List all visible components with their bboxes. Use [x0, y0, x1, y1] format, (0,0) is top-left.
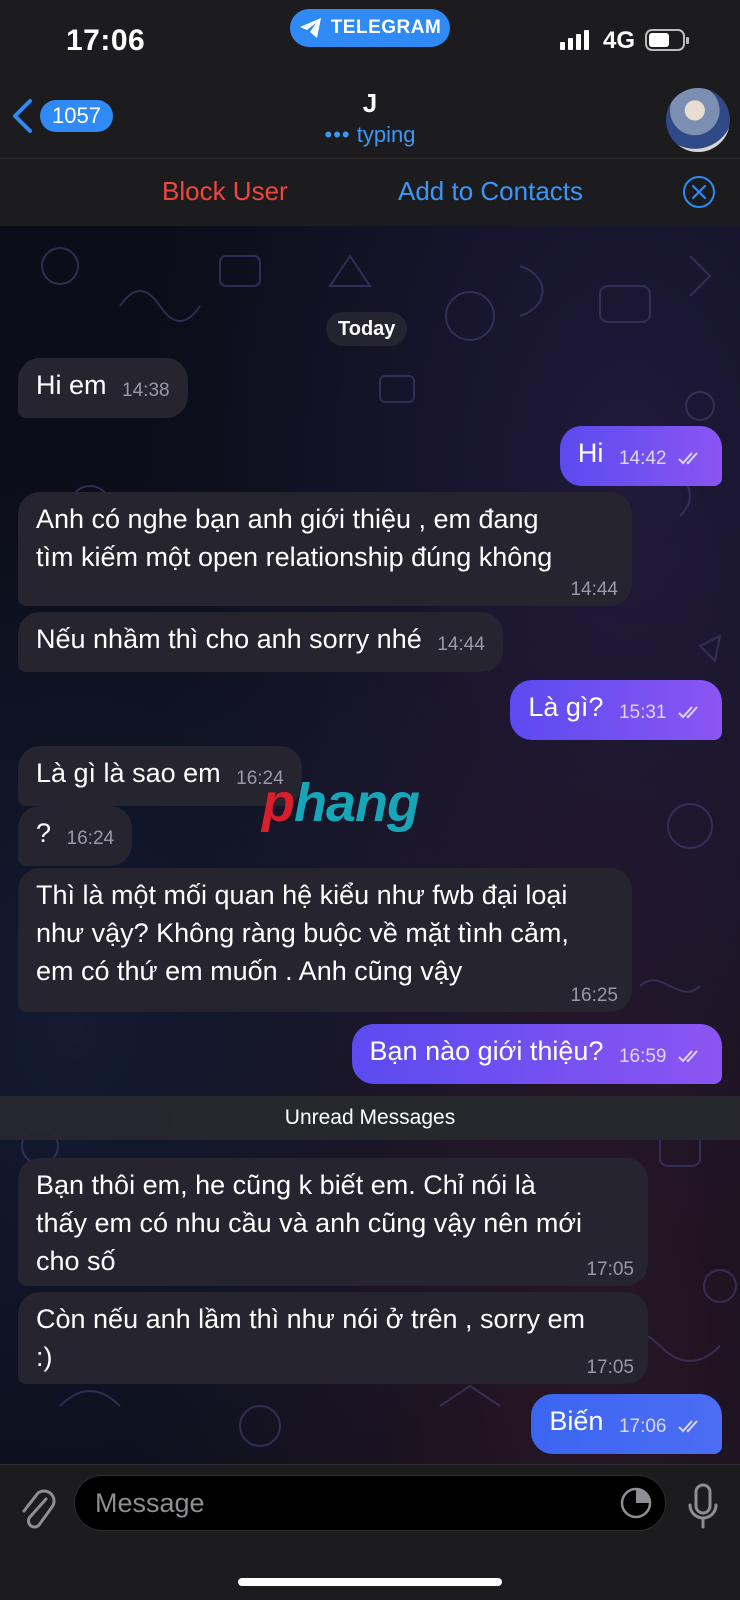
message-time: 16:25: [570, 985, 618, 1006]
message-text: Là gì là sao em: [36, 758, 221, 788]
block-user-button[interactable]: Block User: [162, 176, 288, 207]
paperclip-icon[interactable]: [18, 1485, 58, 1533]
message-text-line: cho số: [36, 1246, 116, 1276]
message-time: 16:59: [618, 1046, 667, 1067]
microphone-icon[interactable]: [686, 1483, 720, 1531]
read-checkmarks-icon: [678, 706, 698, 719]
add-to-contacts-button[interactable]: Add to Contacts: [398, 176, 583, 207]
telegram-plane-icon: [299, 18, 321, 38]
home-indicator[interactable]: [238, 1578, 502, 1586]
read-checkmarks-icon: [678, 1050, 698, 1063]
message-text-line: em có thứ em muốn . Anh cũng vậy: [36, 956, 463, 986]
message-text-line: Bạn thôi em, he cũng k biết em. Chỉ nói …: [36, 1170, 536, 1200]
message-text-line: Anh có nghe bạn anh giới thiệu , em đang: [36, 504, 539, 534]
message-text: Nếu nhầm thì cho anh sorry nhé: [36, 624, 422, 654]
cellular-signal-icon: [560, 30, 589, 50]
message-text-line: Thì là một mối quan hệ kiểu như fwb đại …: [36, 880, 568, 910]
message-incoming[interactable]: Thì là một mối quan hệ kiểu như fwb đại …: [18, 868, 632, 1012]
date-separator: Today: [326, 312, 408, 346]
message-time: 17:05: [586, 1259, 634, 1280]
message-time: 14:42: [618, 448, 667, 469]
message-time: 14:38: [122, 380, 170, 401]
watermark-logo: phang: [262, 773, 420, 833]
message-incoming[interactable]: Hi em 14:38: [18, 358, 188, 418]
close-icon[interactable]: [682, 175, 716, 209]
battery-icon: [645, 29, 689, 51]
telegram-pill[interactable]: TELEGRAM: [290, 9, 450, 47]
message-outgoing[interactable]: Bạn nào giới thiệu? 16:59: [351, 1024, 722, 1084]
typing-label: typing: [356, 122, 416, 147]
network-type: 4G: [603, 27, 636, 54]
message-text-line: tìm kiếm một open relationship đúng khôn…: [36, 542, 553, 572]
message-incoming[interactable]: Là gì là sao em 16:24: [18, 746, 302, 806]
chat-header: 1057 J ••• typing: [0, 82, 740, 158]
typing-dots-icon: •••: [324, 122, 351, 147]
telegram-pill-label: TELEGRAM: [330, 17, 442, 38]
avatar[interactable]: [666, 88, 730, 152]
status-time: 17:06: [66, 24, 146, 57]
message-text: Bạn nào giới thiệu?: [369, 1036, 604, 1066]
message-time: 16:24: [66, 828, 115, 849]
unread-messages-divider: Unread Messages: [0, 1096, 740, 1140]
message-text: Hi: [577, 438, 604, 468]
message-text: Biến: [549, 1406, 604, 1436]
message-text: Là gì?: [528, 692, 604, 722]
message-incoming[interactable]: Bạn thôi em, he cũng k biết em. Chỉ nói …: [18, 1158, 648, 1286]
message-time: 14:44: [570, 579, 618, 600]
read-checkmarks-icon: [678, 1420, 698, 1433]
read-checkmarks-icon: [678, 452, 698, 465]
message-time: 17:05: [586, 1357, 634, 1378]
contact-action-bar: Block User Add to Contacts: [0, 158, 740, 226]
telegram-chat-screen: 17:06 TELEGRAM 4G 1057 J ••• typing Bloc…: [0, 0, 740, 1600]
message-incoming[interactable]: ? 16:24: [18, 806, 133, 866]
sticker-icon[interactable]: [619, 1486, 653, 1520]
message-text-line: thấy em có nhu cầu và anh cũng vậy nên m…: [36, 1208, 583, 1238]
message-time: 14:44: [437, 634, 485, 655]
message-text-line: :): [36, 1342, 53, 1372]
chat-title[interactable]: J: [0, 88, 740, 119]
message-incoming[interactable]: Còn nếu anh lầm thì như nói ở trên , sor…: [18, 1292, 648, 1384]
message-incoming[interactable]: Nếu nhầm thì cho anh sorry nhé 14:44: [18, 612, 503, 672]
message-time: 15:31: [618, 702, 667, 723]
message-text-line: như vậy? Không ràng buộc về mặt tình cảm…: [36, 918, 569, 948]
message-outgoing[interactable]: Hi 14:42: [559, 426, 722, 486]
message-text-line: Còn nếu anh lầm thì như nói ở trên , sor…: [36, 1304, 586, 1334]
status-bar: 17:06 TELEGRAM 4G: [0, 0, 740, 82]
message-input[interactable]: [95, 1476, 595, 1530]
typing-status: ••• typing: [0, 122, 740, 148]
message-incoming[interactable]: Anh có nghe bạn anh giới thiệu , em đang…: [18, 492, 632, 606]
message-outgoing[interactable]: Là gì? 15:31: [510, 680, 722, 740]
message-outgoing[interactable]: Biến 17:06: [531, 1394, 722, 1454]
message-input-field[interactable]: [74, 1475, 666, 1531]
message-text: Hi em: [36, 370, 107, 400]
message-text: ?: [36, 818, 52, 848]
message-time: 17:06: [618, 1416, 667, 1437]
